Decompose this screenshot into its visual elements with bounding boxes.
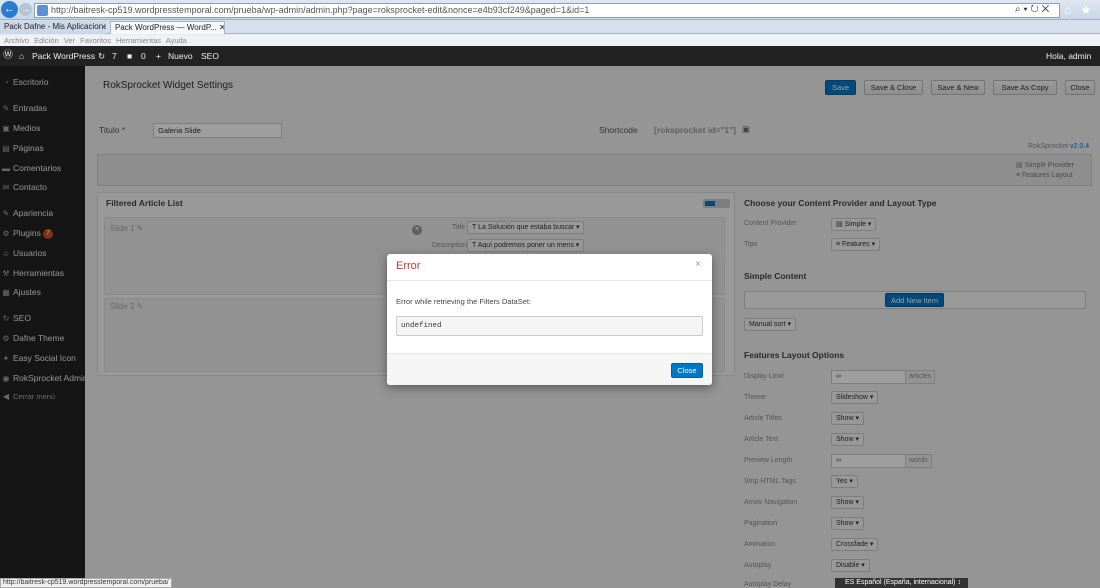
address-bar-tools[interactable]: ⌕ ▾ ↻ ✕ xyxy=(1015,4,1049,15)
updates-icon[interactable]: ↻ xyxy=(98,46,105,66)
error-dialog: Error × Error while retrieving the Filte… xyxy=(387,254,712,385)
wordpress-logo-icon[interactable]: Ⓦ xyxy=(3,46,13,66)
new-content-link[interactable]: Nuevo xyxy=(168,46,193,66)
error-details: undefined xyxy=(396,316,703,336)
account-greeting[interactable]: Hola, admin xyxy=(1046,46,1091,66)
plus-icon[interactable]: + xyxy=(156,46,161,66)
updates-count[interactable]: 7 xyxy=(112,46,117,66)
dialog-message: Error while retrieving the Filters DataS… xyxy=(396,297,532,306)
tab-bar: Pack Dafne - Mis Aplicaciones ... Pack W… xyxy=(0,20,1100,34)
browser-menu-bar[interactable]: Archivo Edición Ver Favoritos Herramient… xyxy=(0,35,1100,46)
browser-tab-active[interactable]: Pack WordPress — WordP... ✕ xyxy=(110,21,225,34)
dialog-close-button[interactable]: Close xyxy=(671,363,703,378)
forward-arrow-icon[interactable]: → xyxy=(19,3,32,16)
comments-count[interactable]: 0 xyxy=(141,46,146,66)
language-selector[interactable]: ES Español (España, internacional) ↕ xyxy=(835,578,968,588)
site-name-link[interactable]: Pack WordPress xyxy=(32,46,95,66)
close-icon[interactable]: × xyxy=(695,259,701,270)
back-arrow-icon[interactable]: ← xyxy=(1,1,18,18)
admin-bar: Ⓦ ⌂ Pack WordPress ↻ 7 ■ 0 + Nuevo SEO H… xyxy=(0,46,1100,66)
dialog-footer: Close xyxy=(387,353,712,385)
seo-menu-link[interactable]: SEO xyxy=(201,46,219,66)
address-bar[interactable]: http://baitresk-cp519.wordpresstemporal.… xyxy=(34,3,1060,18)
comments-icon[interactable]: ■ xyxy=(127,46,132,66)
browser-status-bar: http://baitresk-cp519.wordpresstemporal.… xyxy=(0,578,172,588)
home-icon[interactable]: ⌂ xyxy=(19,46,24,66)
browser-tab[interactable]: Pack Dafne - Mis Aplicaciones ... xyxy=(0,21,106,34)
site-favicon-icon xyxy=(37,5,48,16)
dialog-title: Error xyxy=(396,260,421,272)
dialog-divider xyxy=(387,280,712,281)
